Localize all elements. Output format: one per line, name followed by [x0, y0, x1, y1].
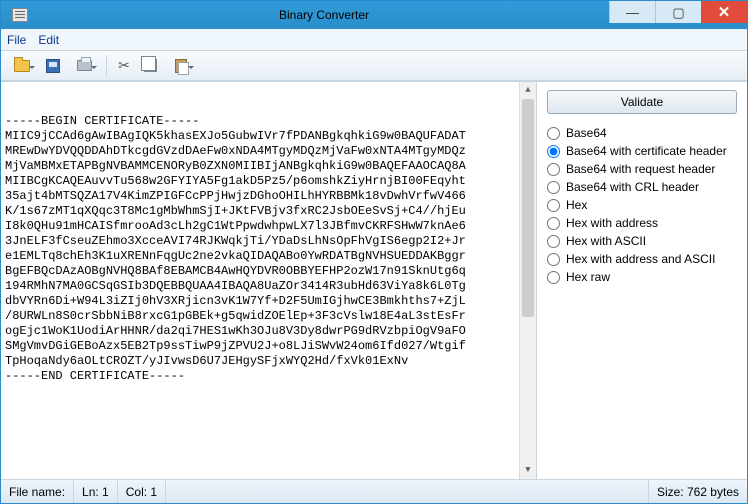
editor-line[interactable]: K/1s67zMT1qXQqc3T8Mc1gMbWhmSjI+JKtFVBjv3… [5, 204, 516, 219]
editor-line[interactable]: TpHoqaNdy6aOLtCROZT/yJIvwsD6U7JEHgySFjxW… [5, 354, 516, 369]
scroll-track[interactable] [520, 99, 536, 462]
format-radio[interactable] [547, 199, 560, 212]
status-bar: File name: Ln: 1 Col: 1 Size: 762 bytes [1, 479, 747, 503]
editor-line[interactable]: I8k0QHu91mHCAISfmrooAd3cLh2gC1WtPpwdwhpw… [5, 219, 516, 234]
format-label: Base64 with CRL header [566, 180, 699, 194]
side-panel: Validate Base64 Base64 with certificate h… [537, 82, 747, 479]
format-radio[interactable] [547, 271, 560, 284]
title-bar[interactable]: Binary Converter — ▢ ✕ [1, 1, 747, 29]
folder-open-icon [14, 60, 30, 72]
save-button[interactable] [41, 54, 65, 78]
editor-line[interactable]: -----END CERTIFICATE----- [5, 369, 516, 384]
vertical-scrollbar[interactable]: ▲ ▼ [519, 82, 536, 479]
scroll-thumb[interactable] [522, 99, 534, 317]
app-icon [1, 8, 39, 22]
menu-file[interactable]: File [7, 33, 26, 47]
editor-pane: -----BEGIN CERTIFICATE-----MIIC9jCCAd6gA… [1, 82, 537, 479]
status-size: Size: 762 bytes [649, 485, 747, 499]
status-spacer [166, 480, 649, 503]
format-option[interactable]: Base64 with CRL header [547, 178, 737, 196]
paste-button[interactable] [164, 54, 198, 78]
format-radio[interactable] [547, 163, 560, 176]
status-line: Ln: 1 [74, 480, 118, 503]
editor-line[interactable]: 35ajt4bMTSQZA17V4KimZPIGFCcPPjHwjzDGhoOH… [5, 189, 516, 204]
printer-icon [77, 60, 92, 71]
format-label: Hex [566, 198, 587, 212]
editor-line[interactable]: dbVYRn6Di+W94L3iZIj0hV3XRjicn3vK1W7Yf+D2… [5, 294, 516, 309]
format-label: Hex raw [566, 270, 610, 284]
maximize-button[interactable]: ▢ [655, 1, 701, 23]
format-radio[interactable] [547, 235, 560, 248]
format-label: Base64 with request header [566, 162, 715, 176]
menu-bar: File Edit [1, 29, 747, 51]
editor-line[interactable]: 3JnELF3fCseuZEhmo3XcceAVI74RJKWqkjTi/YDa… [5, 234, 516, 249]
editor-line[interactable]: e1EMLTq8chEh3K1uXRENnFqgUc2ne2vkaQIDAQAB… [5, 249, 516, 264]
menu-edit[interactable]: Edit [38, 33, 59, 47]
editor-line[interactable]: SMgVmvDGiGEBoAzx5EB2Tp9ssTiwP9jZPVU2J+o8… [5, 339, 516, 354]
text-editor[interactable]: -----BEGIN CERTIFICATE-----MIIC9jCCAd6gA… [1, 82, 536, 479]
format-option[interactable]: Hex with address and ASCII [547, 250, 737, 268]
scroll-down-arrow[interactable]: ▼ [520, 462, 536, 479]
clipboard-icon [175, 59, 187, 73]
validate-button[interactable]: Validate [547, 90, 737, 114]
format-option[interactable]: Base64 [547, 124, 737, 142]
window-title: Binary Converter [39, 8, 609, 22]
editor-line[interactable]: MIIBCgKCAQEAuvvTu568w2GFYIYA5Fg1akD5Pz5/… [5, 174, 516, 189]
status-filename: File name: [1, 480, 74, 503]
format-option[interactable]: Base64 with request header [547, 160, 737, 178]
save-icon [46, 59, 60, 73]
format-radio[interactable] [547, 127, 560, 140]
format-label: Hex with ASCII [566, 234, 646, 248]
scroll-up-arrow[interactable]: ▲ [520, 82, 536, 99]
format-radio[interactable] [547, 181, 560, 194]
editor-line[interactable]: /8URWLn8S0crSbbNiB8rxcG1pGBEk+g5qwidZOEl… [5, 309, 516, 324]
content-area: -----BEGIN CERTIFICATE-----MIIC9jCCAd6gA… [1, 81, 747, 479]
format-option[interactable]: Hex raw [547, 268, 737, 286]
status-column: Col: 1 [118, 480, 166, 503]
format-option[interactable]: Hex with ASCII [547, 232, 737, 250]
format-label: Base64 [566, 126, 607, 140]
format-option[interactable]: Hex with address [547, 214, 737, 232]
app-window: Binary Converter — ▢ ✕ File Edit ✂ -----… [0, 0, 748, 504]
window-controls: — ▢ ✕ [609, 1, 747, 29]
editor-line[interactable]: MREwDwYDVQQDDAhDTkcgdGVzdDAeFw0xNDA4MTgy… [5, 144, 516, 159]
format-label: Hex with address [566, 216, 658, 230]
format-label: Hex with address and ASCII [566, 252, 715, 266]
editor-line[interactable]: MIIC9jCCAd6gAwIBAgIQK5khasEXJo5GubwIVr7f… [5, 129, 516, 144]
format-label: Base64 with certificate header [566, 144, 727, 158]
copy-button[interactable] [138, 54, 162, 78]
scissors-icon: ✂ [118, 57, 130, 74]
format-options: Base64 Base64 with certificate header Base… [547, 124, 737, 286]
format-radio[interactable] [547, 145, 560, 158]
copy-icon [144, 59, 157, 72]
editor-line[interactable]: MjVaMBMxETAPBgNVBAMMCENORyB0ZXN0MIIBIjAN… [5, 159, 516, 174]
editor-line[interactable]: BgEFBQcDAzAOBgNVHQ8BAf8EBAMCB4AwHQYDVR0O… [5, 264, 516, 279]
print-button[interactable] [67, 54, 101, 78]
toolbar-separator [106, 55, 107, 77]
format-radio[interactable] [547, 217, 560, 230]
close-button[interactable]: ✕ [701, 1, 747, 23]
open-button[interactable] [5, 54, 39, 78]
editor-line[interactable]: -----BEGIN CERTIFICATE----- [5, 114, 516, 129]
toolbar: ✂ [1, 51, 747, 81]
minimize-button[interactable]: — [609, 1, 655, 23]
editor-line[interactable]: ogEjc1WoK1UodiArHHNR/da2qi7HES1wKh3OJu8V… [5, 324, 516, 339]
format-radio[interactable] [547, 253, 560, 266]
cut-button[interactable]: ✂ [112, 54, 136, 78]
format-option[interactable]: Base64 with certificate header [547, 142, 737, 160]
editor-line[interactable]: 194RMhN7MA0GCSqGSIb3DQEBBQUAA4IBAQA8UaZO… [5, 279, 516, 294]
format-option[interactable]: Hex [547, 196, 737, 214]
